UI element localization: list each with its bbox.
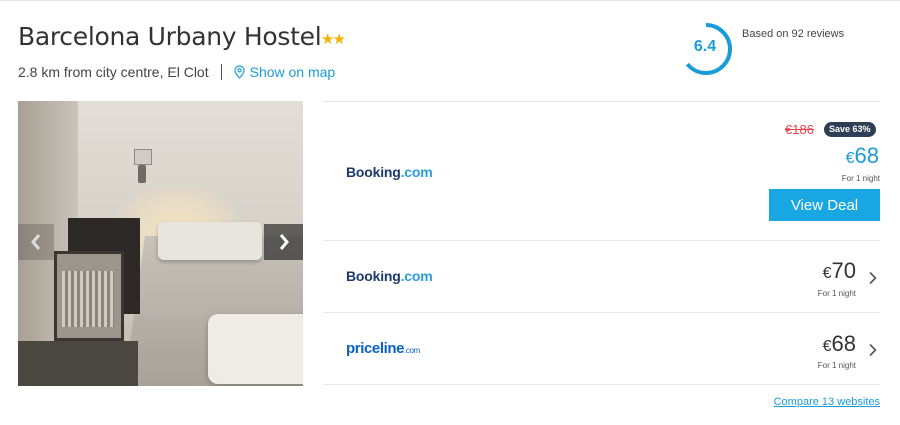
offer-divider: [323, 384, 880, 385]
wall-socket: [134, 149, 152, 165]
pillow: [158, 222, 262, 260]
chevron-right-icon[interactable]: [868, 343, 878, 357]
show-on-map-link[interactable]: Show on map: [234, 64, 336, 80]
compare-websites-link[interactable]: Compare 13 websites: [774, 396, 880, 408]
original-price: €186: [785, 122, 814, 137]
hotel-name[interactable]: Barcelona Urbany Hostel: [18, 22, 322, 51]
provider-logo-booking[interactable]: Booking.com: [346, 164, 433, 180]
pillow: [208, 314, 303, 384]
rating-badge[interactable]: 6.4: [678, 21, 734, 77]
hotel-location-line: 2.8 km from city centre, El Clot Show on…: [18, 64, 335, 80]
save-badge: Save 63%: [824, 122, 876, 137]
per-night-label: For 1 night: [817, 361, 856, 370]
separator: [220, 64, 222, 80]
view-deal-button[interactable]: View Deal: [769, 189, 880, 221]
offer-divider: [323, 240, 880, 241]
provider-logo-priceline[interactable]: priceline.com: [346, 340, 420, 357]
chevron-right-icon[interactable]: [868, 271, 878, 285]
reading-lamp: [138, 165, 146, 183]
chevron-left-icon: [31, 234, 41, 250]
offer-price[interactable]: €70: [823, 258, 856, 284]
hotel-photo[interactable]: [18, 101, 303, 386]
offer-divider: [323, 101, 880, 102]
per-night-label: For 1 night: [817, 289, 856, 298]
offer-price[interactable]: €68: [823, 331, 856, 357]
star-rating: ★★: [321, 31, 346, 48]
photo-next-button[interactable]: [264, 224, 303, 260]
show-on-map-label: Show on map: [249, 64, 336, 80]
photo-prev-button[interactable]: [18, 224, 54, 260]
chevron-right-icon: [279, 234, 289, 250]
provider-logo-booking[interactable]: Booking.com: [346, 268, 433, 284]
top-divider: [0, 0, 900, 1]
reviews-count[interactable]: Based on 92 reviews: [742, 28, 844, 40]
offer-divider: [323, 312, 880, 313]
map-pin-icon: [234, 65, 245, 79]
per-night-label: For 1 night: [841, 174, 880, 183]
deal-price: €68: [845, 143, 879, 168]
distance-text: 2.8 km from city centre, El Clot: [18, 64, 209, 80]
rating-score: 6.4: [693, 38, 717, 55]
